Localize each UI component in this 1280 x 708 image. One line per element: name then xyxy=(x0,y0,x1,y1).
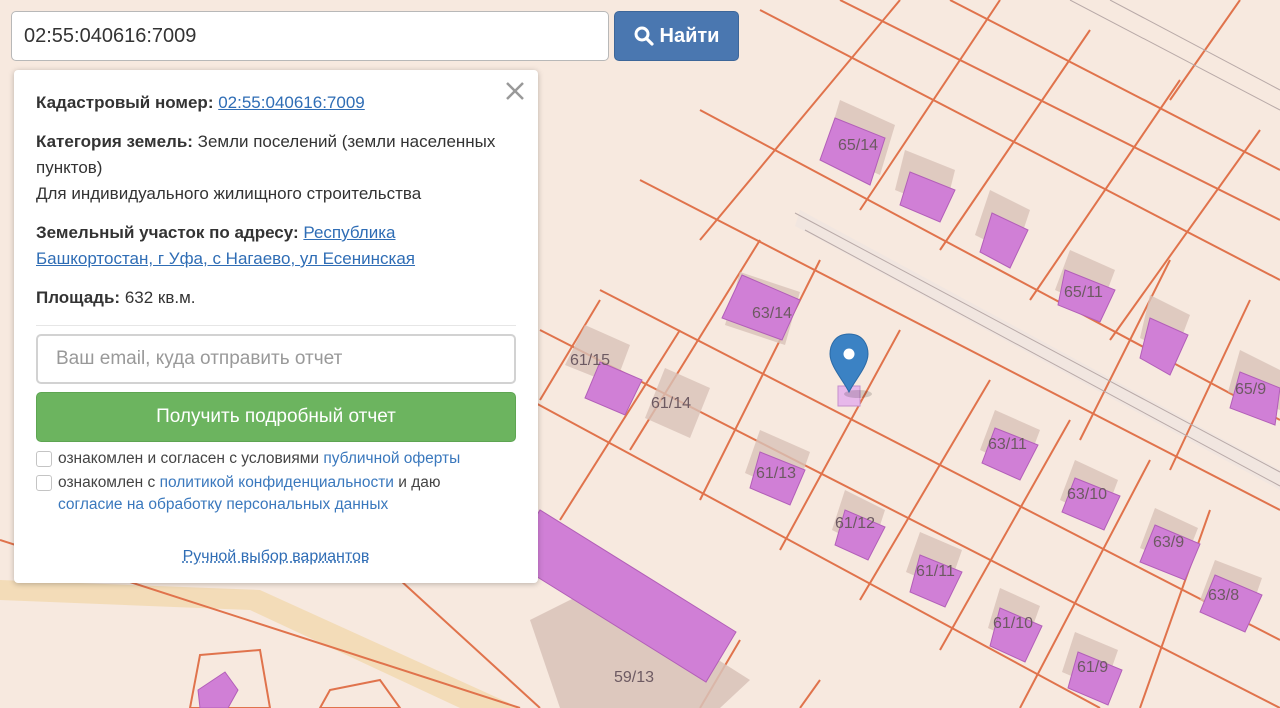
land-category-label: Категория земель: xyxy=(36,132,193,151)
parcel-label: 61/14 xyxy=(651,395,691,412)
search-button[interactable]: Найти xyxy=(614,11,739,61)
offer-consent-text: ознакомлен и согласен с условиями xyxy=(58,450,324,467)
search-button-label: Найти xyxy=(659,24,720,47)
parcel-label: 61/11 xyxy=(916,563,955,580)
privacy-policy-link[interactable]: политикой конфиденциальности xyxy=(160,474,394,491)
search-icon xyxy=(634,26,654,46)
public-offer-link[interactable]: публичной оферты xyxy=(323,450,460,467)
parcel-label: 63/9 xyxy=(1153,534,1184,551)
parcel-label: 63/10 xyxy=(1067,486,1107,503)
email-field[interactable]: Ваш email, куда отправить отчет xyxy=(36,334,516,384)
address-label: Земельный участок по адресу: xyxy=(36,223,299,242)
parcel-label: 65/9 xyxy=(1235,381,1266,398)
get-report-button[interactable]: Получить подробный отчет xyxy=(36,392,516,442)
area-row: Площадь: 632 кв.м. xyxy=(36,285,516,311)
permitted-use-value: Для индивидуального жилищного строительс… xyxy=(36,184,422,203)
privacy-consent-row: ознакомлен с политикой конфиденциальност… xyxy=(36,472,516,516)
divider xyxy=(36,325,516,326)
search-input[interactable]: 02:55:040616:7009 xyxy=(11,11,609,61)
parcel-label: 61/10 xyxy=(993,615,1033,632)
area-value: 632 кв.м. xyxy=(124,288,196,307)
parcel-label: 59/13 xyxy=(614,669,654,686)
area-label: Площадь: xyxy=(36,288,121,307)
parcel-label: 61/15 xyxy=(570,352,610,369)
close-icon[interactable] xyxy=(504,80,526,102)
privacy-consent-text: ознакомлен с xyxy=(58,474,160,491)
personal-data-consent-link[interactable]: согласие на обработку персональных данны… xyxy=(58,496,388,513)
parcel-label: 63/11 xyxy=(988,436,1027,453)
cadastral-number-row: Кадастровый номер: 02:55:040616:7009 xyxy=(36,90,516,116)
parcel-label: 63/14 xyxy=(752,305,792,322)
cadastral-number-label: Кадастровый номер: xyxy=(36,93,214,112)
privacy-consent-mid: и даю xyxy=(393,474,441,491)
land-category-row: Категория земель: Земли поселений (земли… xyxy=(36,129,516,207)
parcel-label: 61/12 xyxy=(835,515,875,532)
parcel-info-popup: Кадастровый номер: 02:55:040616:7009 Кат… xyxy=(14,70,538,583)
address-row: Земельный участок по адресу: Республика … xyxy=(36,220,516,272)
cadastral-number-link[interactable]: 02:55:040616:7009 xyxy=(218,93,365,112)
parcel-label: 61/13 xyxy=(756,465,796,482)
offer-consent-checkbox[interactable] xyxy=(36,451,52,467)
parcel-label: 61/9 xyxy=(1077,659,1108,676)
privacy-consent-checkbox[interactable] xyxy=(36,475,52,491)
manual-selection-link[interactable]: Ручной выбор вариантов xyxy=(14,548,538,566)
parcel-label: 65/11 xyxy=(1064,284,1103,301)
offer-consent-row: ознакомлен и согласен с условиями публич… xyxy=(36,448,516,470)
parcel-label: 65/14 xyxy=(838,137,878,154)
parcel-label: 63/8 xyxy=(1208,587,1239,604)
